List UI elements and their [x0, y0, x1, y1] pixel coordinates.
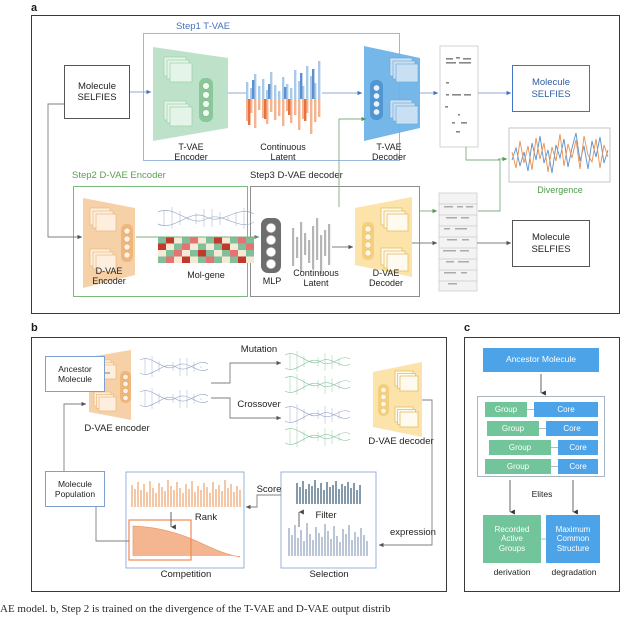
panel-c-graphics	[509, 374, 578, 540]
